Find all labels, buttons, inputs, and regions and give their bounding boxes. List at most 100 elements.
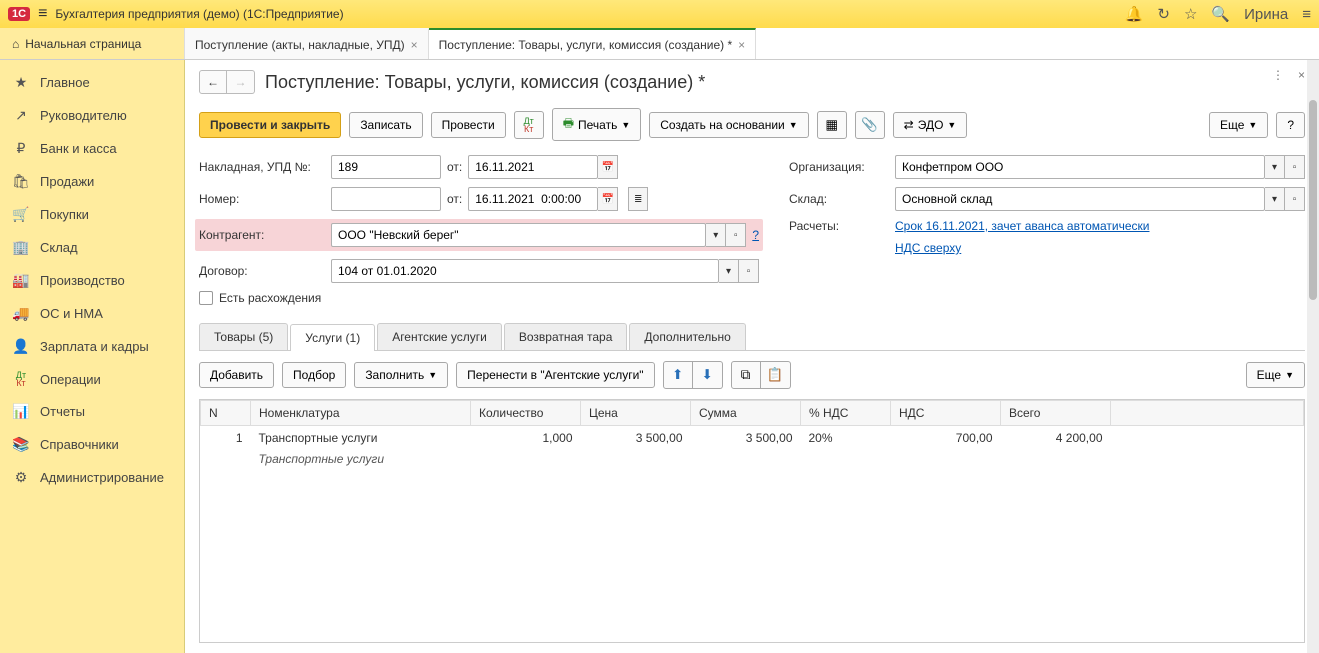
tab-receipt-create[interactable]: Поступление: Товары, услуги, комиссия (с… [429, 28, 757, 59]
cell-qty[interactable]: 1,000 [471, 426, 581, 451]
back-button[interactable]: ← [199, 70, 227, 94]
menu-icon[interactable]: ≡ [38, 5, 47, 23]
col-n[interactable]: N [201, 401, 251, 426]
invoice-date-input[interactable] [468, 155, 598, 179]
more-button[interactable]: Еще ▼ [1209, 112, 1268, 138]
move-down-button[interactable]: ⬇ [693, 361, 723, 389]
dropdown-icon[interactable]: ▾ [719, 259, 739, 283]
cell-nomenclature[interactable]: Транспортные услуги [251, 426, 471, 451]
col-qty[interactable]: Количество [471, 401, 581, 426]
move-up-button[interactable]: ⬆ [663, 361, 693, 389]
calendar-icon[interactable]: 📅 [598, 155, 618, 179]
bell-icon[interactable]: 🔔 [1125, 5, 1144, 23]
settlements-link[interactable]: Срок 16.11.2021, зачет аванса автоматиче… [895, 219, 1149, 233]
list-icon[interactable]: ≣ [628, 187, 648, 211]
warehouse-input[interactable] [895, 187, 1265, 211]
table-row-sub[interactable]: Транспортные услуги [201, 450, 1304, 471]
contractor-help-link[interactable]: ? [752, 228, 759, 242]
dropdown-icon[interactable]: ▾ [1265, 187, 1285, 211]
open-icon[interactable]: ▫ [1285, 187, 1305, 211]
copy-button[interactable]: ⧉ [731, 361, 761, 389]
sidebar-item-reports[interactable]: 📊Отчеты [0, 395, 184, 428]
sidebar-item-bank[interactable]: ₽Банк и касса [0, 132, 184, 165]
sidebar-item-assets[interactable]: 🚚ОС и НМА [0, 297, 184, 330]
print-button[interactable]: 🖶 Печать ▼ [552, 108, 642, 141]
col-total[interactable]: Всего [1001, 401, 1111, 426]
col-vat[interactable]: НДС [891, 401, 1001, 426]
table-more-button[interactable]: Еще ▼ [1246, 362, 1305, 388]
table-row[interactable]: 1 Транспортные услуги 1,000 3 500,00 3 5… [201, 426, 1304, 451]
settings-icon[interactable]: ≡ [1302, 6, 1311, 23]
dropdown-icon[interactable]: ▾ [1265, 155, 1285, 179]
services-table[interactable]: N Номенклатура Количество Цена Сумма % Н… [199, 399, 1305, 643]
open-icon[interactable]: ▫ [726, 223, 746, 247]
save-button[interactable]: Записать [349, 112, 422, 138]
cell-price[interactable]: 3 500,00 [581, 426, 691, 451]
col-sum[interactable]: Сумма [691, 401, 801, 426]
open-icon[interactable]: ▫ [739, 259, 759, 283]
number-label: Номер: [199, 192, 325, 206]
fill-button[interactable]: Заполнить ▼ [354, 362, 448, 388]
col-nomenclature[interactable]: Номенклатура [251, 401, 471, 426]
sidebar-item-manager[interactable]: ↗Руководителю [0, 99, 184, 132]
tab-receipts-list[interactable]: Поступление (акты, накладные, УПД) × [185, 28, 429, 59]
vat-mode-link[interactable]: НДС сверху [895, 241, 961, 255]
sidebar-item-production[interactable]: 🏭Производство [0, 264, 184, 297]
cell-total[interactable]: 4 200,00 [1001, 426, 1111, 451]
cell-vat-pct[interactable]: 20% [801, 426, 891, 451]
forward-button[interactable]: → [227, 70, 255, 94]
org-input[interactable] [895, 155, 1265, 179]
tab-services[interactable]: Услуги (1) [290, 324, 375, 351]
sidebar-item-references[interactable]: 📚Справочники [0, 428, 184, 461]
post-button[interactable]: Провести [431, 112, 506, 138]
cell-sum[interactable]: 3 500,00 [691, 426, 801, 451]
sidebar-item-purchases[interactable]: 🛒Покупки [0, 198, 184, 231]
help-button[interactable]: ? [1276, 112, 1305, 138]
edo-button[interactable]: ⇄ ЭДО ▼ [893, 112, 968, 138]
sidebar-item-main[interactable]: ★Главное [0, 66, 184, 99]
tab-agent[interactable]: Агентские услуги [377, 323, 502, 350]
cell-vat[interactable]: 700,00 [891, 426, 1001, 451]
structure-button[interactable]: ▦ [817, 111, 847, 139]
doc-date-input[interactable] [468, 187, 598, 211]
close-icon[interactable]: × [411, 38, 418, 52]
open-icon[interactable]: ▫ [1285, 155, 1305, 179]
col-vat-pct[interactable]: % НДС [801, 401, 891, 426]
create-based-on-button[interactable]: Создать на основании ▼ [649, 112, 808, 138]
pick-button[interactable]: Подбор [282, 362, 346, 388]
calendar-icon[interactable]: 📅 [598, 187, 618, 211]
attach-button[interactable]: 📎 [855, 111, 885, 139]
sidebar-item-sales[interactable]: 🛍Продажи [0, 165, 184, 198]
sidebar-item-operations[interactable]: ДтКтОперации [0, 363, 184, 395]
dropdown-icon[interactable]: ▾ [706, 223, 726, 247]
tab-returnable[interactable]: Возвратная тара [504, 323, 628, 350]
cell-n[interactable]: 1 [201, 426, 251, 451]
paste-button[interactable]: 📋 [761, 361, 791, 389]
invoice-number-input[interactable] [331, 155, 441, 179]
post-and-close-button[interactable]: Провести и закрыть [199, 112, 341, 138]
sidebar-item-admin[interactable]: ⚙Администрирование [0, 461, 184, 494]
sidebar-item-warehouse[interactable]: 🏢Склад [0, 231, 184, 264]
doc-number-input[interactable] [331, 187, 441, 211]
add-button[interactable]: Добавить [199, 362, 274, 388]
scrollbar[interactable] [1307, 60, 1319, 653]
more-icon[interactable]: ⋮ [1272, 68, 1284, 82]
history-icon[interactable]: ↻ [1157, 5, 1170, 23]
col-price[interactable]: Цена [581, 401, 691, 426]
close-icon[interactable]: × [1298, 68, 1305, 82]
move-to-agent-button[interactable]: Перенести в "Агентские услуги" [456, 362, 654, 388]
tab-home[interactable]: ⌂ Начальная страница [0, 28, 185, 59]
discrepancy-checkbox[interactable] [199, 291, 213, 305]
cell-nomenclature-sub[interactable]: Транспортные услуги [251, 450, 471, 471]
user-name[interactable]: Ирина [1244, 6, 1288, 23]
star-icon[interactable]: ☆ [1184, 5, 1197, 23]
tab-goods[interactable]: Товары (5) [199, 323, 288, 350]
close-icon[interactable]: × [738, 38, 745, 52]
contract-input[interactable] [331, 259, 719, 283]
sidebar-item-salary[interactable]: 👤Зарплата и кадры [0, 330, 184, 363]
tab-extra[interactable]: Дополнительно [629, 323, 745, 350]
contractor-input[interactable] [331, 223, 706, 247]
dtkt-button[interactable]: ДтКт [514, 111, 544, 139]
scrollbar-thumb[interactable] [1309, 100, 1317, 300]
search-icon[interactable]: 🔍 [1211, 5, 1230, 23]
